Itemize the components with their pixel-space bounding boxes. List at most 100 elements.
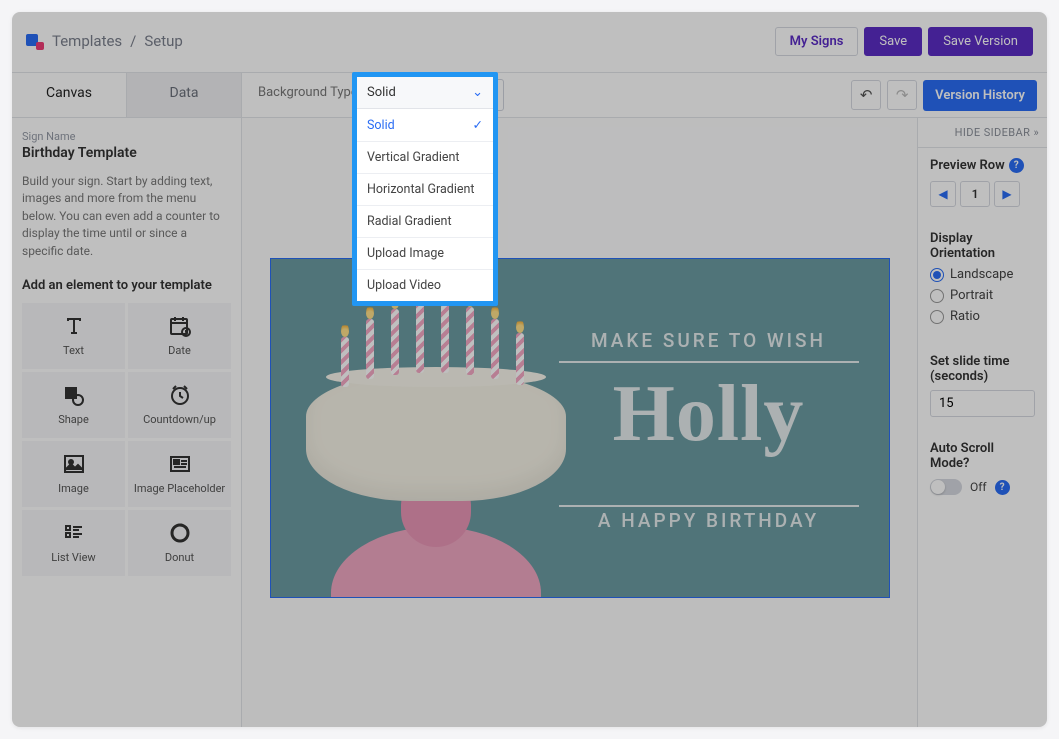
hide-sidebar-button[interactable]: HIDE SIDEBAR » — [918, 118, 1047, 148]
candle-graphic — [491, 319, 499, 379]
chevron-down-icon: ⌄ — [472, 85, 483, 100]
element-label: Shape — [58, 413, 89, 426]
dropdown-selected[interactable]: Solid ⌄ — [357, 77, 493, 109]
dropdown-list: Solid✓ Vertical Gradient Horizontal Grad… — [357, 109, 493, 301]
prev-row-button[interactable]: ◀ — [930, 181, 956, 207]
slide-time-label: Set slide time — [930, 354, 1035, 369]
hide-sidebar-label: HIDE SIDEBAR — [955, 126, 1031, 139]
toolbar: Canvas Data Background Type Solid ⌄ ↶ ↷ … — [12, 72, 1047, 118]
slide-time-section: Set slide time (seconds) — [918, 344, 1047, 431]
header: Templates / Setup My Signs Save Save Ver… — [12, 12, 1047, 62]
radio-icon — [930, 268, 944, 282]
auto-scroll-label: Auto Scroll Mode? — [930, 441, 1035, 471]
save-button[interactable]: Save — [864, 27, 922, 56]
body: Sign Name Birthday Template Build your s… — [12, 118, 1047, 727]
text-icon — [62, 314, 86, 338]
sign-name-value: Birthday Template — [22, 145, 231, 161]
element-label: List View — [51, 551, 95, 564]
toolbar-right: ↶ ↷ Version History — [851, 73, 1047, 117]
calendar-icon — [168, 314, 192, 338]
element-label: Text — [63, 344, 84, 357]
candle-graphic — [366, 319, 374, 379]
candle-graphic — [416, 303, 424, 373]
save-version-button[interactable]: Save Version — [928, 27, 1033, 56]
element-label: Donut — [165, 551, 194, 564]
shape-icon — [62, 383, 86, 407]
element-shape[interactable]: Shape — [22, 372, 125, 438]
candle-graphic — [341, 337, 349, 387]
orientation-portrait[interactable]: Portrait — [930, 288, 1035, 303]
canvas-divider — [559, 505, 859, 507]
version-history-button[interactable]: Version History — [923, 80, 1037, 111]
app-logo-icon — [26, 32, 44, 50]
preview-row-section: Preview Row ? ◀ 1 ▶ — [918, 148, 1047, 221]
list-icon — [62, 521, 86, 545]
preview-row-pager: ◀ 1 ▶ — [930, 181, 1035, 207]
dropdown-option-radial-gradient[interactable]: Radial Gradient — [357, 206, 493, 238]
element-image-placeholder[interactable]: Image Placeholder — [128, 441, 231, 507]
help-icon[interactable]: ? — [995, 480, 1010, 495]
breadcrumb: Templates / Setup — [26, 32, 183, 50]
element-label: Date — [168, 344, 191, 357]
candle-graphic — [391, 309, 399, 375]
auto-scroll-section: Auto Scroll Mode? Off ? — [918, 431, 1047, 509]
sign-help-text: Build your sign. Start by adding text, i… — [22, 173, 231, 260]
add-element-heading: Add an element to your template — [22, 278, 231, 293]
element-text[interactable]: Text — [22, 303, 125, 369]
my-signs-button[interactable]: My Signs — [775, 27, 859, 56]
auto-scroll-toggle[interactable] — [930, 479, 962, 495]
image-icon — [62, 452, 86, 476]
element-label: Image — [58, 482, 89, 495]
slide-time-input[interactable] — [930, 390, 1035, 417]
left-panel: Sign Name Birthday Template Build your s… — [12, 118, 242, 727]
donut-icon — [168, 521, 192, 545]
orientation-landscape[interactable]: Landscape — [930, 267, 1035, 282]
dropdown-option-solid[interactable]: Solid✓ — [357, 109, 493, 142]
header-actions: My Signs Save Save Version — [775, 27, 1033, 56]
radio-icon — [930, 310, 944, 324]
radio-icon — [930, 289, 944, 303]
element-image[interactable]: Image — [22, 441, 125, 507]
candle-graphic — [441, 301, 449, 373]
next-row-button[interactable]: ▶ — [994, 181, 1020, 207]
countdown-icon — [168, 383, 192, 407]
redo-button[interactable]: ↷ — [887, 80, 917, 110]
candle-graphic — [516, 333, 524, 385]
dropdown-option-upload-image[interactable]: Upload Image — [357, 238, 493, 270]
placeholder-icon — [168, 452, 192, 476]
right-panel: HIDE SIDEBAR » Preview Row ? ◀ 1 ▶ Displ… — [917, 118, 1047, 727]
orientation-label: Display Orientation — [930, 231, 1035, 261]
candle-graphic — [466, 307, 474, 375]
dropdown-option-vertical-gradient[interactable]: Vertical Gradient — [357, 142, 493, 174]
element-countdown[interactable]: Countdown/up — [128, 372, 231, 438]
sign-name-label: Sign Name — [22, 130, 231, 143]
auto-scroll-state: Off — [970, 480, 987, 494]
orientation-section: Display Orientation Landscape Portrait R… — [918, 221, 1047, 344]
breadcrumb-current: Setup — [144, 32, 182, 50]
canvas-text-top[interactable]: MAKE SURE TO WISH — [559, 329, 859, 352]
canvas-text-bottom[interactable]: A HAPPY BIRTHDAY — [559, 509, 859, 532]
element-label: Countdown/up — [143, 413, 216, 426]
preview-row-label: Preview Row ? — [930, 158, 1035, 173]
tab-canvas[interactable]: Canvas — [12, 73, 127, 117]
undo-button[interactable]: ↶ — [851, 80, 881, 110]
chevron-right-icon: » — [1033, 126, 1039, 139]
dropdown-option-upload-video[interactable]: Upload Video — [357, 270, 493, 301]
help-icon[interactable]: ? — [1009, 158, 1024, 173]
element-label: Image Placeholder — [134, 482, 225, 495]
orientation-ratio[interactable]: Ratio — [930, 309, 1035, 324]
app-frame: Templates / Setup My Signs Save Save Ver… — [12, 12, 1047, 727]
element-donut[interactable]: Donut — [128, 510, 231, 576]
sign-canvas[interactable]: MAKE SURE TO WISH Holly A HAPPY BIRTHDAY — [270, 258, 890, 598]
tab-data[interactable]: Data — [127, 73, 242, 117]
dropdown-selected-label: Solid — [367, 85, 396, 100]
slide-time-label2: (seconds) — [930, 369, 1035, 384]
canvas-text-name[interactable]: Holly — [559, 369, 859, 460]
element-date[interactable]: Date — [128, 303, 231, 369]
cake-graphic — [306, 371, 566, 501]
row-number: 1 — [960, 181, 990, 207]
element-list-view[interactable]: List View — [22, 510, 125, 576]
canvas-area: MAKE SURE TO WISH Holly A HAPPY BIRTHDAY — [242, 118, 917, 727]
dropdown-option-horizontal-gradient[interactable]: Horizontal Gradient — [357, 174, 493, 206]
breadcrumb-root[interactable]: Templates — [52, 32, 122, 50]
